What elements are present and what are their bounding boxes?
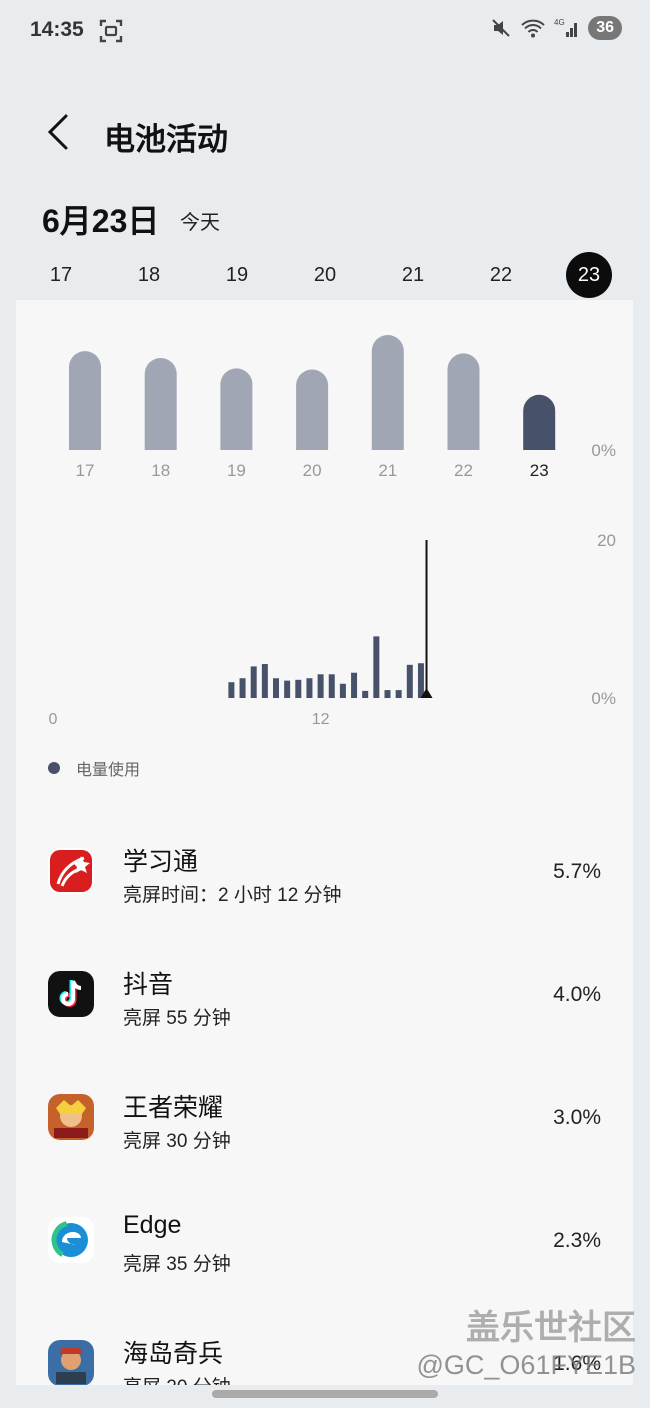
watermark-handle: @GC_O61FYE1B [416, 1350, 637, 1380]
app-name: 抖音 [123, 971, 174, 999]
app-row-抖音[interactable]: 抖音 亮屏 55 分钟 4.0% [16, 943, 633, 1043]
day-21[interactable]: 21 [390, 252, 436, 298]
app-row-Edge[interactable]: Edge 亮屏 35 分钟 2.3% [16, 1189, 633, 1289]
app-battery-percent: 5.7% [553, 860, 601, 883]
hourly-bar[interactable] [295, 679, 302, 698]
app-battery-percent: 2.3% [553, 1229, 601, 1252]
app-row-王者荣耀[interactable]: 王者荣耀 亮屏 30 分钟 3.0% [16, 1066, 633, 1166]
chart-legend: 电量使用 [48, 756, 140, 780]
day-22[interactable]: 22 [478, 252, 524, 298]
app-name: 海岛奇兵 [123, 1340, 224, 1368]
hourly-bar[interactable] [239, 678, 246, 698]
daily-bar-17[interactable] [69, 351, 101, 450]
hourly-bar[interactable] [384, 690, 391, 698]
day-18[interactable]: 18 [126, 252, 172, 298]
hourly-bar[interactable] [417, 663, 424, 698]
mute-icon [492, 19, 510, 37]
daily-bar-19[interactable] [220, 368, 253, 450]
header: 电池活动 [0, 100, 650, 170]
day-19[interactable]: 19 [214, 252, 260, 298]
daily-bar-22[interactable] [447, 353, 480, 450]
date-title: 6月23日 [42, 203, 160, 239]
edge-app-icon [48, 1217, 94, 1263]
hourly-bar[interactable] [373, 636, 380, 698]
hourly-bar[interactable] [406, 664, 413, 698]
app-battery-percent: 4.0% [553, 983, 601, 1006]
app-screen-time: 亮屏 55 分钟 [123, 1008, 231, 1029]
hourly-bar[interactable] [284, 680, 291, 698]
day-selector: 17 18 19 20 21 22 23 [16, 252, 636, 300]
app-screen-time: 亮屏 35 分钟 [123, 1254, 231, 1275]
hourly-bar[interactable] [250, 666, 257, 698]
status-bar: 14:35 4G 36 [0, 0, 650, 62]
xuexitong-app-icon [48, 848, 94, 894]
hourly-bar[interactable] [273, 678, 279, 698]
hourly-bar[interactable] [362, 690, 369, 698]
status-icons: 4G 36 [490, 16, 622, 40]
daily-bar-21[interactable] [371, 335, 404, 450]
app-name: 学习通 [123, 848, 199, 876]
wifi-icon [521, 19, 545, 38]
daily-bar-23[interactable] [523, 394, 556, 450]
daily-tick-label: 17 [76, 461, 95, 480]
app-battery-percent: 3.0% [553, 1106, 601, 1129]
daily-y-tick: 0% [591, 441, 616, 460]
douyin-app-icon [48, 971, 94, 1017]
app-name: 王者荣耀 [123, 1094, 224, 1122]
hourly-bar[interactable] [328, 674, 335, 698]
legend-dot [48, 762, 60, 774]
daily-tick-label: 18 [151, 461, 170, 480]
app-screen-time: 亮屏 20 分钟 [123, 1372, 231, 1385]
daily-bar-20[interactable] [296, 369, 329, 451]
honor-of-kings-app-icon [48, 1094, 94, 1140]
day-23[interactable]: 23 [566, 252, 612, 298]
app-row-学习通[interactable]: 学习通 亮屏时间：2 小时 12 分钟 5.7% [16, 820, 633, 920]
daily-tick-label: 22 [454, 461, 473, 480]
battery-card: 17 18 19 20 21 22 23 0% 0 12 20 0% 电量使用 学习通 亮屏时间：2… [16, 300, 633, 1385]
hourly-bar[interactable] [228, 682, 235, 698]
hourly-bar[interactable] [317, 674, 324, 698]
legend-label: 电量使用 [76, 762, 141, 779]
page-title: 电池活动 [104, 122, 228, 157]
daily-tick-label: 23 [530, 461, 549, 480]
hourly-x-tick: 0 [49, 711, 58, 728]
date-sub: 今天 [180, 212, 220, 234]
hourly-y-tick: 0% [591, 689, 616, 708]
hourly-bar[interactable] [339, 683, 346, 698]
app-screen-time: 亮屏 30 分钟 [123, 1131, 231, 1152]
4g-signal-icon: 4G [554, 18, 578, 37]
watermark-text: 盖乐世社区 [466, 1309, 636, 1347]
day-17[interactable]: 17 [38, 252, 84, 298]
daily-tick-label: 20 [303, 461, 322, 480]
hourly-bar[interactable] [261, 664, 268, 698]
home-indicator[interactable] [212, 1390, 438, 1398]
hourly-usage-chart[interactable]: 0 12 20 0% [16, 510, 633, 740]
hourly-x-tick: 12 [312, 711, 330, 728]
hourly-bar[interactable] [351, 672, 358, 698]
daily-usage-chart[interactable]: 17 18 19 20 21 22 23 0% [16, 300, 633, 490]
daily-tick-label: 19 [227, 461, 246, 480]
boom-beach-app-icon [48, 1340, 94, 1385]
day-20[interactable]: 20 [302, 252, 348, 298]
hourly-bar[interactable] [395, 690, 402, 698]
status-time: 14:35 [30, 18, 84, 41]
daily-tick-label: 21 [378, 461, 397, 480]
hourly-y-tick: 20 [597, 531, 616, 550]
battery-icon: 36 [588, 16, 622, 40]
screenshot-icon [99, 19, 123, 43]
svg-text:4G: 4G [554, 18, 565, 27]
app-screen-time: 亮屏时间：2 小时 12 分钟 [123, 885, 342, 906]
chevron-left-icon[interactable] [40, 110, 80, 154]
app-name: Edge [123, 1211, 182, 1239]
hourly-bar[interactable] [306, 678, 313, 698]
daily-bar-18[interactable] [144, 358, 177, 450]
